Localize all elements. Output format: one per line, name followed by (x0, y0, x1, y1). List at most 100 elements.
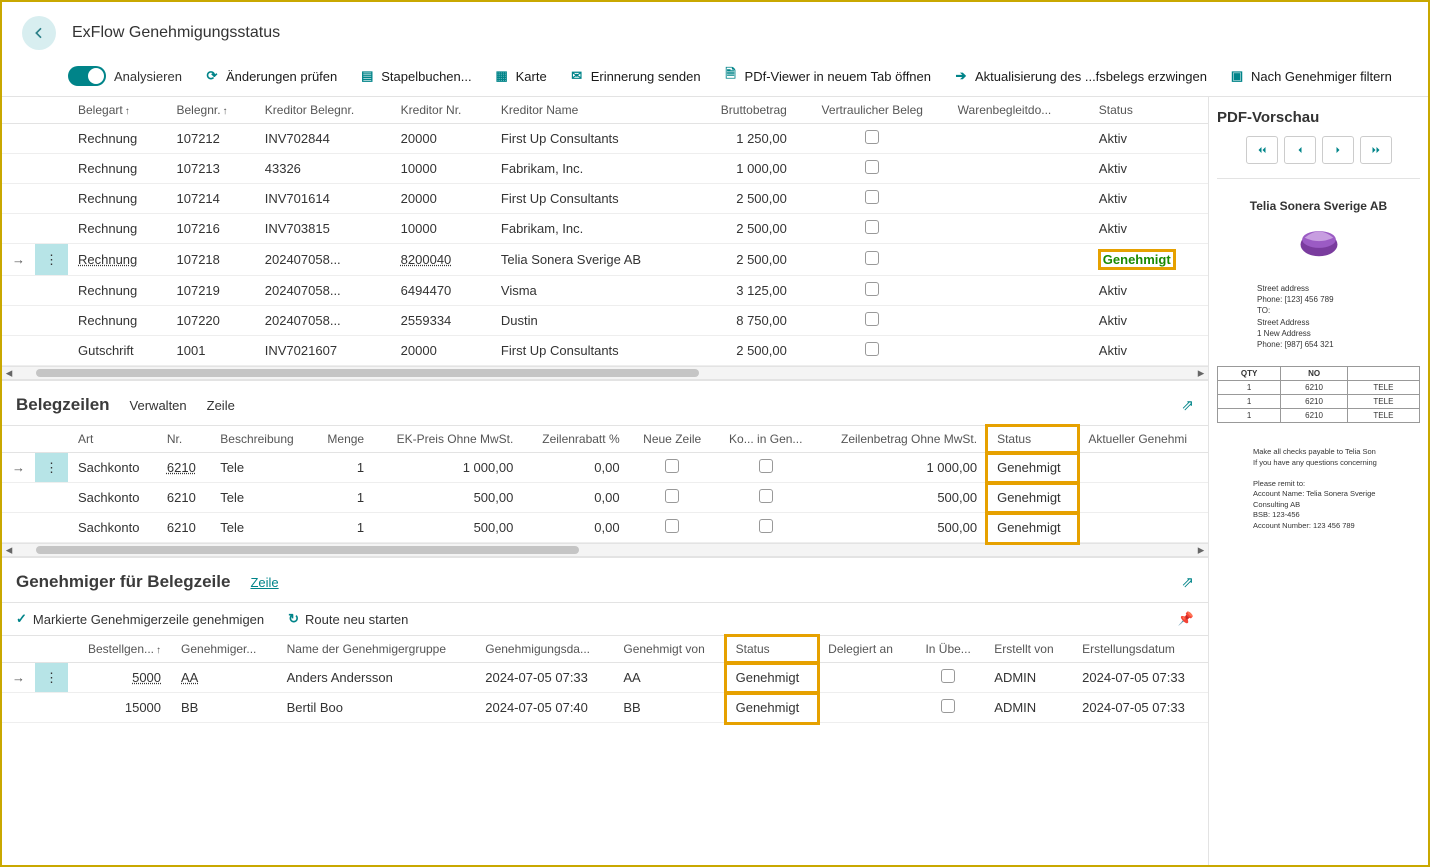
col-beschreibung[interactable]: Beschreibung (210, 426, 312, 453)
col-kreditor-name[interactable]: Kreditor Name (491, 97, 690, 124)
col-ek-preis[interactable]: EK-Preis Ohne MwSt. (374, 426, 523, 453)
main-grid-scrollbar[interactable]: ◂▸ (2, 366, 1208, 380)
tab-manage[interactable]: Verwalten (130, 398, 187, 413)
restart-route-button[interactable]: ↻Route neu starten (288, 611, 408, 627)
col-lines-status[interactable]: Status (987, 426, 1078, 453)
tab-line[interactable]: Zeile (207, 398, 235, 413)
checkbox[interactable] (865, 342, 879, 356)
check-changes-button[interactable]: ⟳Änderungen prüfen (204, 68, 337, 84)
checkbox[interactable] (865, 220, 879, 234)
approvers-section-title: Genehmiger für Belegzeile (16, 572, 230, 592)
pdf-viewer-button[interactable]: 🗎PDf-Viewer in neuem Tab öffnen (723, 68, 931, 84)
pdf-last-button[interactable] (1360, 136, 1392, 164)
table-row[interactable]: →⋮ Rechnung107218202407058...8200040 Tel… (2, 244, 1208, 276)
col-aktueller[interactable]: Aktueller Genehmi (1078, 426, 1208, 453)
checkbox[interactable] (759, 459, 773, 473)
col-nr[interactable]: Nr. (157, 426, 210, 453)
col-kreditor-belegnr[interactable]: Kreditor Belegnr. (255, 97, 391, 124)
checkbox[interactable] (865, 130, 879, 144)
bell-icon: ✉ (569, 68, 585, 84)
pin-icon[interactable]: 📌 (1178, 611, 1194, 627)
checkbox[interactable] (865, 251, 879, 265)
telia-logo-icon (1298, 221, 1340, 263)
col-datum[interactable]: Genehmigungsda... (475, 636, 613, 663)
table-row[interactable]: Rechnung1072134332610000 Fabrikam, Inc.1… (2, 154, 1208, 184)
col-art[interactable]: Art (68, 426, 157, 453)
col-warenbegleit[interactable]: Warenbegleitdo... (948, 97, 1089, 124)
table-row[interactable]: →⋮ 5000AAAnders Andersson2024-07-05 07:3… (2, 663, 1208, 693)
row-actions-button[interactable]: ⋮ (35, 244, 68, 276)
table-row[interactable]: 15000BBBertil Boo2024-07-05 07:40BB Gene… (2, 693, 1208, 723)
arrow-right-icon: ➔ (953, 68, 969, 84)
approvers-tab-line[interactable]: Zeile (250, 575, 278, 590)
col-status[interactable]: Status (1089, 97, 1208, 124)
col-von[interactable]: Genehmigt von (613, 636, 725, 663)
pdf-icon: 🗎 (723, 68, 739, 84)
documents-grid[interactable]: Belegart↑ Belegnr.↑ Kreditor Belegnr. Kr… (2, 97, 1208, 366)
post-icon: ▤ (359, 68, 375, 84)
col-genehmiger[interactable]: Genehmiger... (171, 636, 277, 663)
lines-grid[interactable]: Art Nr. Beschreibung Menge EK-Preis Ohne… (2, 426, 1208, 543)
table-row[interactable]: Gutschrift1001INV702160720000 First Up C… (2, 336, 1208, 366)
col-zeilenbetrag[interactable]: Zeilenbetrag Ohne MwSt. (817, 426, 987, 453)
col-menge[interactable]: Menge (312, 426, 374, 453)
checkbox[interactable] (941, 699, 955, 713)
checkbox[interactable] (865, 282, 879, 296)
card-icon: ▦ (494, 68, 510, 84)
checkbox[interactable] (759, 519, 773, 533)
checkbox[interactable] (941, 669, 955, 683)
refresh-icon: ⟳ (204, 68, 220, 84)
table-row[interactable]: Rechnung107212INV70284420000 First Up Co… (2, 124, 1208, 154)
table-row[interactable]: →⋮ Sachkonto6210Tele 11 000,000,00 1 000… (2, 453, 1208, 483)
card-button[interactable]: ▦Karte (494, 68, 547, 84)
share-icon[interactable]: ⇗ (1181, 396, 1194, 414)
lines-grid-scrollbar[interactable]: ◂▸ (2, 543, 1208, 557)
checkbox[interactable] (665, 519, 679, 533)
col-belegnr[interactable]: Belegnr.↑ (167, 97, 255, 124)
pdf-next-button[interactable] (1322, 136, 1354, 164)
filter-icon: ▣ (1229, 68, 1245, 84)
back-button[interactable] (22, 16, 56, 50)
table-row[interactable]: Sachkonto6210Tele 1500,000,00 500,00 Gen… (2, 513, 1208, 543)
checkbox[interactable] (665, 459, 679, 473)
checkbox[interactable] (865, 160, 879, 174)
checkbox[interactable] (865, 190, 879, 204)
analyze-toggle[interactable]: Analysieren (68, 66, 182, 86)
checkbox[interactable] (665, 489, 679, 503)
table-row[interactable]: Rechnung107216INV70381510000 Fabrikam, I… (2, 214, 1208, 244)
send-reminder-button[interactable]: ✉Erinnerung senden (569, 68, 701, 84)
col-kreditor-nr[interactable]: Kreditor Nr. (391, 97, 491, 124)
pdf-company: Telia Sonera Sverige AB (1217, 199, 1420, 213)
toggle-pill-icon[interactable] (68, 66, 106, 86)
col-vertraulich[interactable]: Vertraulicher Beleg (797, 97, 948, 124)
table-row[interactable]: Rechnung107214INV70161420000 First Up Co… (2, 184, 1208, 214)
checkbox[interactable] (759, 489, 773, 503)
col-gruppe[interactable]: Name der Genehmigergruppe (277, 636, 476, 663)
col-erstellungsdatum[interactable]: Erstellungsdatum (1072, 636, 1208, 663)
batch-post-button[interactable]: ▤Stapelbuchen... (359, 68, 471, 84)
table-row[interactable]: Rechnung107219202407058...6494470 Visma3… (2, 276, 1208, 306)
filter-approver-button[interactable]: ▣Nach Genehmiger filtern (1229, 68, 1392, 84)
lines-section-title: Belegzeilen (16, 395, 110, 415)
pdf-prev-button[interactable] (1284, 136, 1316, 164)
col-zeilenrabatt[interactable]: Zeilenrabatt % (523, 426, 629, 453)
approve-marked-button[interactable]: ✓Markierte Genehmigerzeile genehmigen (16, 611, 264, 627)
table-row[interactable]: Sachkonto6210Tele 1500,000,00 500,00 Gen… (2, 483, 1208, 513)
row-actions-button[interactable]: ⋮ (35, 663, 68, 693)
row-actions-button[interactable]: ⋮ (35, 453, 68, 483)
col-belegart[interactable]: Belegart↑ (68, 97, 167, 124)
col-erstellt-von[interactable]: Erstellt von (984, 636, 1072, 663)
col-delegiert[interactable]: Delegiert an (818, 636, 912, 663)
col-bestellgen[interactable]: Bestellgen...↑ (68, 636, 171, 663)
col-in-ube[interactable]: In Übe... (912, 636, 984, 663)
col-neue-zeile[interactable]: Neue Zeile (630, 426, 715, 453)
col-appr-status[interactable]: Status (726, 636, 819, 663)
force-update-button[interactable]: ➔Aktualisierung des ...fsbelegs erzwinge… (953, 68, 1207, 84)
table-row[interactable]: Rechnung107220202407058...2559334 Dustin… (2, 306, 1208, 336)
col-bruttobetrag[interactable]: Bruttobetrag (690, 97, 797, 124)
share-icon-2[interactable]: ⇗ (1181, 573, 1194, 591)
pdf-first-button[interactable] (1246, 136, 1278, 164)
checkbox[interactable] (865, 312, 879, 326)
col-ko-in-gen[interactable]: Ko... in Gen... (715, 426, 817, 453)
approvers-grid[interactable]: Bestellgen...↑ Genehmiger... Name der Ge… (2, 636, 1208, 723)
